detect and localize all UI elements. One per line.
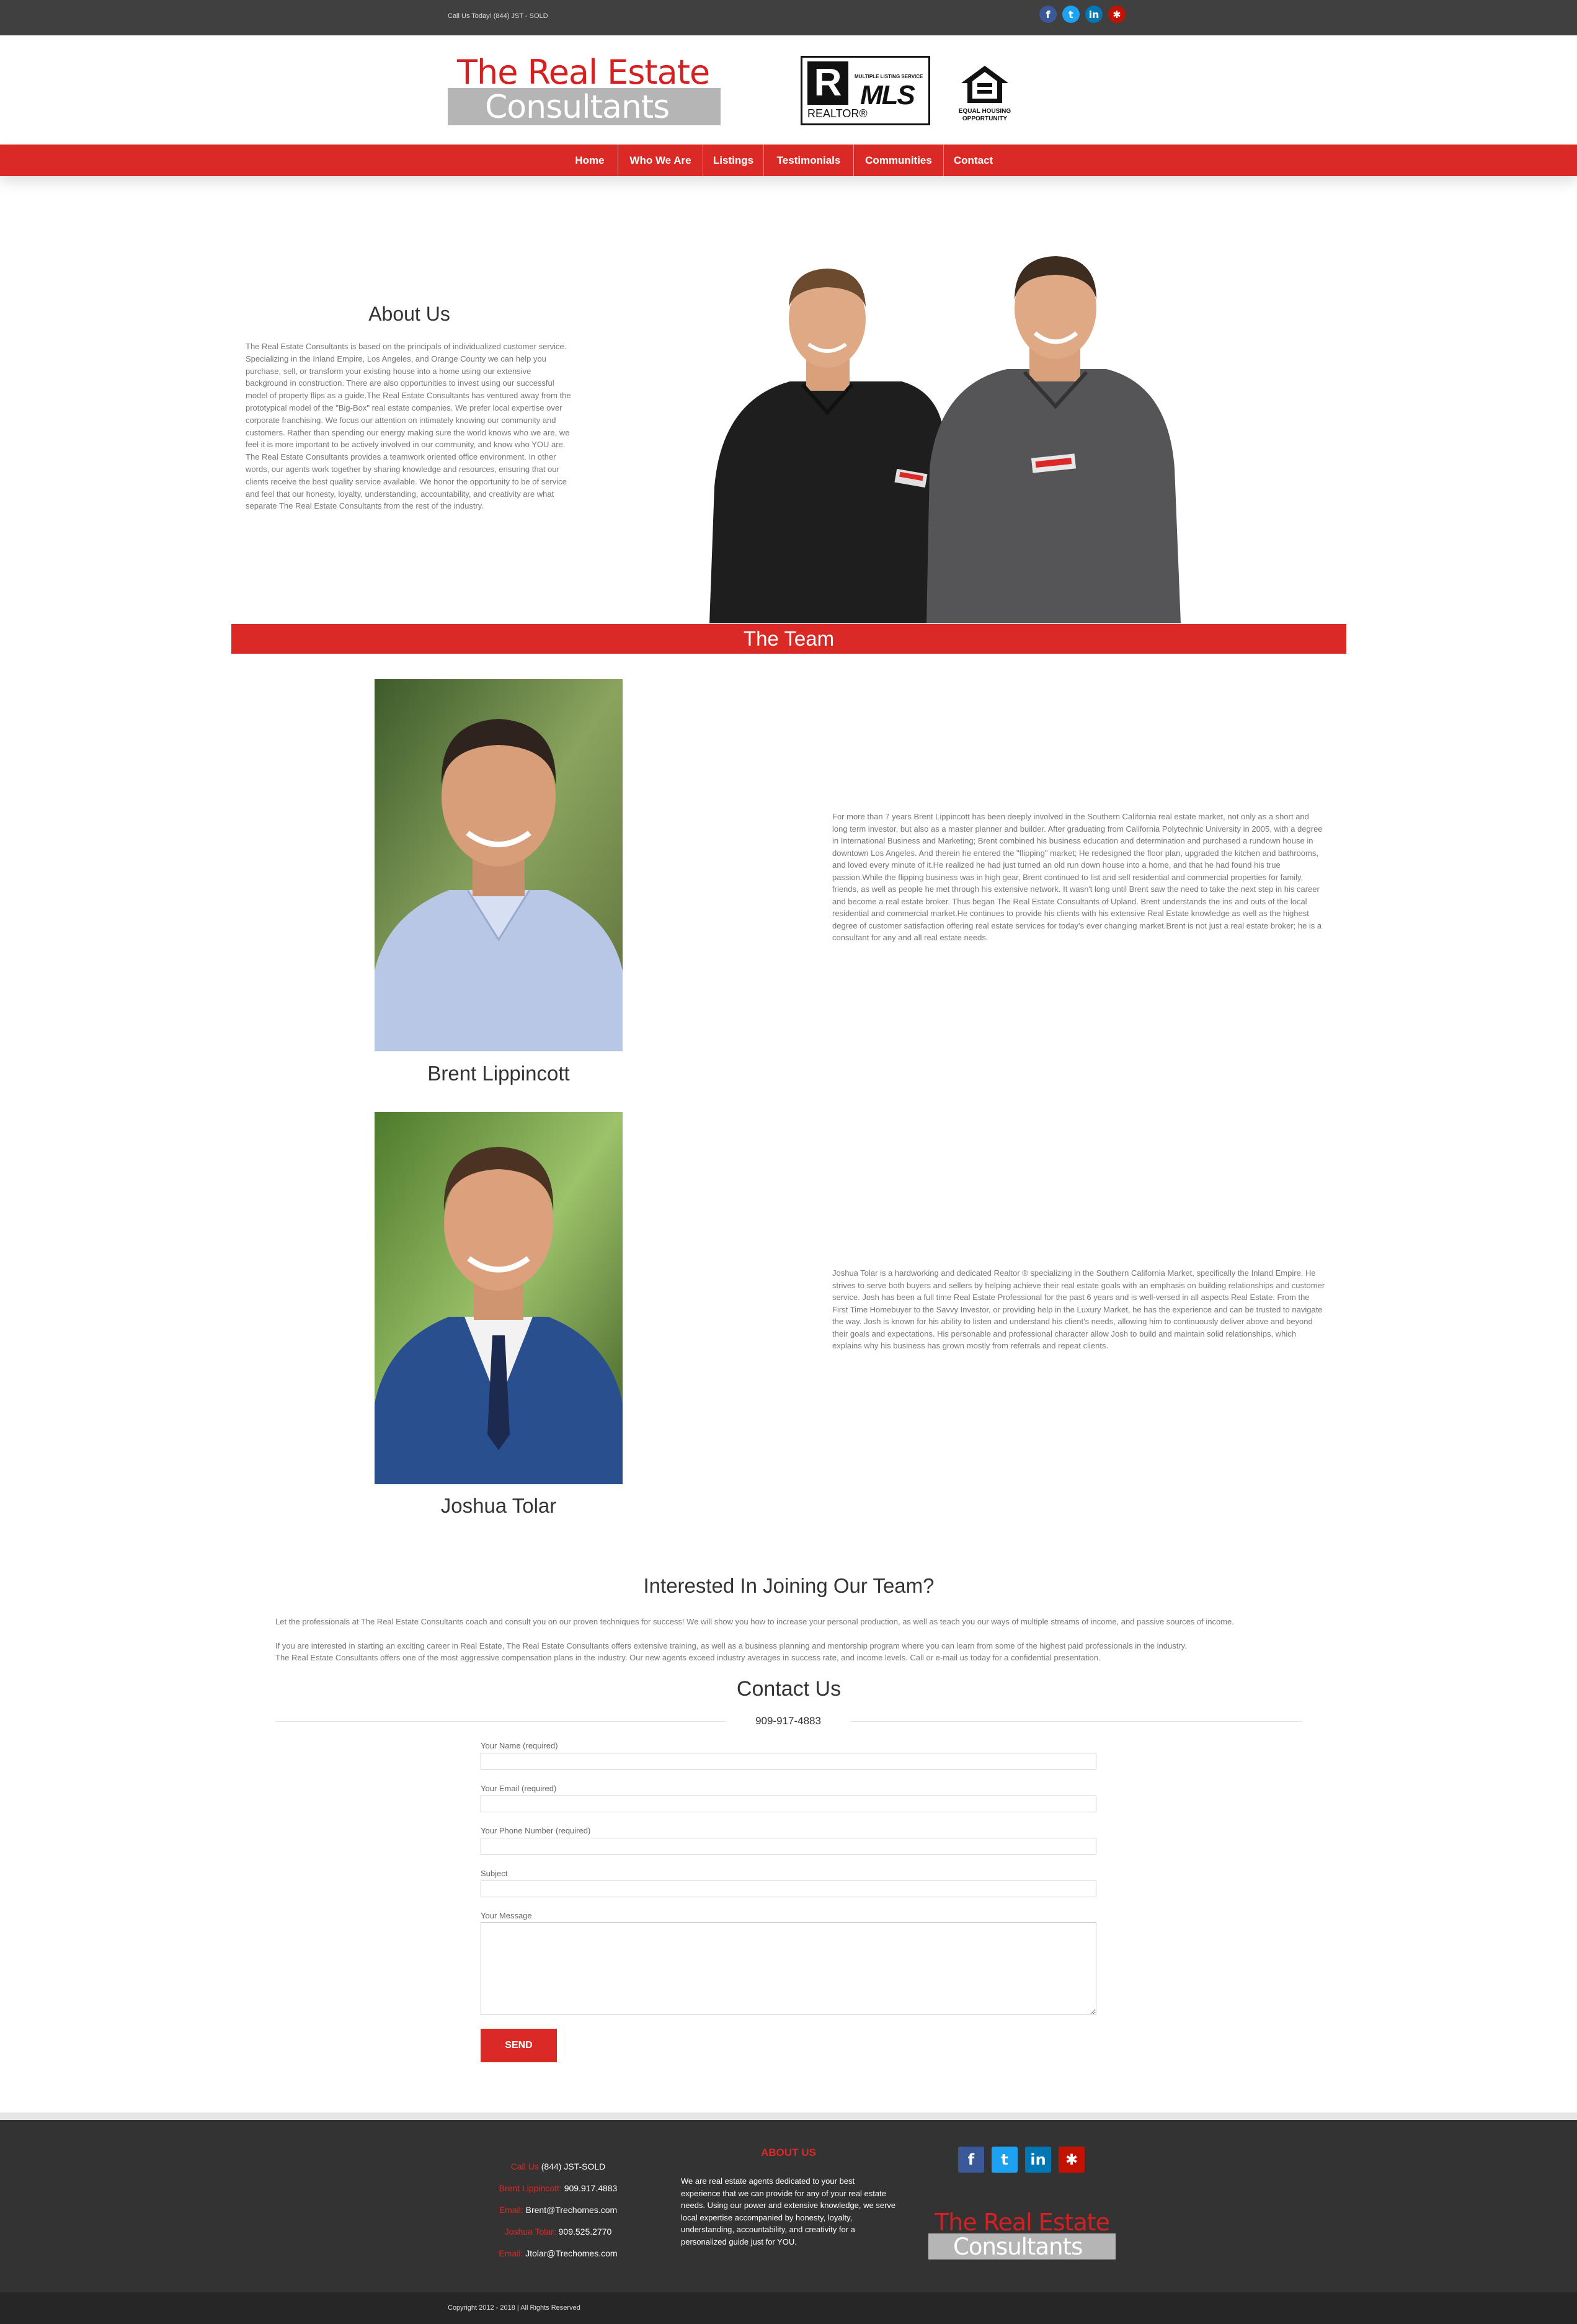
- footer-brent-label: Brent Lippincott:: [499, 2183, 562, 2193]
- social-links-top: f t in ✱: [1039, 6, 1126, 23]
- team-photo: [709, 256, 1181, 623]
- brent-name: Brent Lippincott: [427, 1062, 570, 1085]
- footer-brent-email[interactable]: Brent@Trechomes.com: [526, 2205, 618, 2215]
- main-nav: Home Who We Are Listings Testimonials Co…: [0, 145, 1577, 176]
- join-title: Interested In Joining Our Team?: [643, 1574, 935, 1597]
- message-field[interactable]: [481, 1922, 1096, 2015]
- join-paragraph-3: The Real Estate Consultants offers one o…: [275, 1653, 1101, 1662]
- subject-label: Subject: [481, 1869, 508, 1878]
- footer-joshua-email[interactable]: Jtolar@Trechomes.com: [525, 2248, 617, 2258]
- yelp-icon[interactable]: ✱: [1108, 6, 1126, 23]
- social-links-footer: f t in ✱: [958, 2147, 1085, 2173]
- call-us-text: Call Us Today! (844) JST - SOLD: [448, 12, 548, 20]
- twitter-icon[interactable]: t: [1062, 6, 1080, 23]
- footer-divider: [0, 2113, 1577, 2120]
- facebook-icon[interactable]: f: [1039, 6, 1057, 23]
- footer-joshua-label: Joshua Tolar:: [504, 2227, 556, 2237]
- about-text: The Real Estate Consultants is based on …: [246, 342, 571, 511]
- footer-call-label: Call Us: [510, 2161, 539, 2171]
- realtor-r-mark: R: [807, 61, 848, 105]
- eho-line-2: OPPORTUNITY: [962, 115, 1008, 122]
- team-banner-title: The Team: [743, 627, 835, 650]
- realtor-mls-logo: R REALTOR® MULTIPLE LISTING SERVICE MLS: [801, 56, 930, 125]
- message-label: Your Message: [481, 1911, 532, 1920]
- brent-portrait: [375, 679, 623, 1051]
- realtor-text: REALTOR®: [807, 107, 868, 120]
- footer-logo-line-1: The Real Estate: [935, 2209, 1110, 2236]
- nav-item-testimonials[interactable]: Testimonials: [764, 145, 854, 176]
- nav-item-home[interactable]: Home: [562, 145, 618, 176]
- yelp-icon[interactable]: ✱: [1059, 2147, 1085, 2173]
- joshua-portrait: [375, 1112, 623, 1484]
- twitter-icon[interactable]: t: [992, 2147, 1018, 2173]
- mls-text: MLS: [860, 80, 915, 110]
- footer-logo-line-2: Consultants: [953, 2233, 1083, 2260]
- subject-field[interactable]: [481, 1881, 1096, 1897]
- footer-joshua-phone[interactable]: 909.525.2770: [559, 2227, 612, 2237]
- brent-bio: For more than 7 years Brent Lippincott h…: [832, 812, 1323, 942]
- top-bar: Call Us Today! (844) JST - SOLD f t in ✱: [0, 0, 1577, 35]
- copyright-text: Copyright 2012 - 2018 | All Rights Reser…: [448, 2304, 580, 2312]
- equal-housing-icon: [961, 66, 1008, 103]
- joshua-name: Joshua Tolar: [440, 1494, 557, 1517]
- footer-contact: Call Us (844) JST-SOLD Brent Lippincott:…: [434, 2156, 682, 2264]
- phone-field[interactable]: [481, 1838, 1096, 1854]
- footer-email-label-2: Email:: [499, 2248, 523, 2258]
- contact-title: Contact Us: [736, 1677, 842, 1701]
- eho-line-1: EQUAL HOUSING: [958, 108, 1011, 115]
- contact-phone: 909-917-4883: [726, 1715, 850, 1727]
- email-label: Your Email (required): [481, 1784, 557, 1793]
- site-logo[interactable]: The Real Estate Consultants: [448, 53, 722, 126]
- footer-logo[interactable]: The Real Estate Consultants: [928, 2209, 1116, 2260]
- footer-about-title: ABOUT US: [761, 2147, 816, 2158]
- name-field[interactable]: [481, 1753, 1096, 1770]
- footer-brent-phone[interactable]: 909.917.4883: [564, 2183, 618, 2193]
- phone-label: Your Phone Number (required): [481, 1826, 591, 1835]
- footer-call-value[interactable]: (844) JST-SOLD: [541, 2161, 605, 2171]
- facebook-icon[interactable]: f: [958, 2147, 984, 2173]
- send-button[interactable]: SEND: [481, 2029, 557, 2062]
- linkedin-icon[interactable]: in: [1025, 2147, 1051, 2173]
- nav-item-communities[interactable]: Communities: [854, 145, 944, 176]
- name-label: Your Name (required): [481, 1741, 558, 1750]
- nav-item-who-we-are[interactable]: Who We Are: [618, 145, 703, 176]
- site-footer: Call Us (844) JST-SOLD Brent Lippincott:…: [0, 2120, 1577, 2292]
- email-field[interactable]: [481, 1796, 1096, 1812]
- linkedin-icon[interactable]: in: [1085, 6, 1103, 23]
- nav-item-contact[interactable]: Contact: [944, 145, 1003, 176]
- copyright-bar: Copyright 2012 - 2018 | All Rights Reser…: [0, 2292, 1577, 2324]
- join-paragraph-1: Let the professionals at The Real Estate…: [275, 1617, 1234, 1626]
- mls-small-text: MULTIPLE LISTING SERVICE: [855, 74, 923, 79]
- joshua-bio: Joshua Tolar is a hardworking and dedica…: [832, 1268, 1325, 1350]
- footer-email-label: Email:: [499, 2205, 523, 2215]
- nav-item-listings[interactable]: Listings: [703, 145, 764, 176]
- site-header: The Real Estate Consultants R REALTOR® M…: [0, 35, 1577, 145]
- team-banner: The Team: [231, 624, 1346, 654]
- logo-line-1: The Real Estate: [457, 53, 710, 92]
- join-paragraph-2: If you are interested in starting an exc…: [275, 1641, 1187, 1650]
- footer-about-text: We are real estate agents dedicated to y…: [681, 2176, 896, 2246]
- about-title: About Us: [368, 303, 450, 325]
- equal-housing-logo: EQUAL HOUSING OPPORTUNITY: [954, 65, 1016, 127]
- logo-line-2: Consultants: [485, 89, 670, 126]
